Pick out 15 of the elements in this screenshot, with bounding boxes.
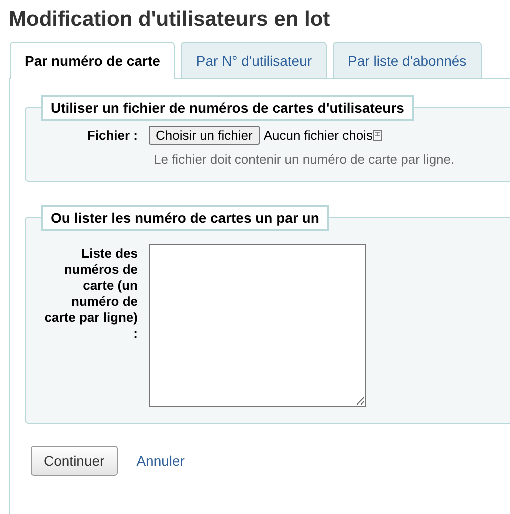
- hint-text: Le fichier doit contenir un numéro de carte par ligne.: [154, 152, 455, 167]
- cancel-link[interactable]: Annuler: [136, 453, 185, 469]
- file-status: Aucun fichier chois: [264, 128, 373, 143]
- tab[interactable]: Par N° d'utilisateur: [181, 42, 328, 78]
- page-title: Modification d'utilisateurs en lot: [9, 8, 332, 32]
- continue-button[interactable]: Continuer: [31, 446, 118, 476]
- placeholder-glyph-icon: [372, 130, 382, 141]
- field-label: Liste des numéros de carte (un numéro de carte par ligne) :: [44, 246, 139, 342]
- section-legend: Utiliser un fichier de numéros de cartes d'utilisateurs: [41, 95, 414, 121]
- card-numbers-textarea[interactable]: [149, 244, 366, 407]
- tab[interactable]: Par liste d'abonnés: [333, 42, 482, 78]
- section-legend: Ou lister les numéro de cartes un par un: [41, 205, 330, 231]
- field-label: Fichier :: [86, 128, 139, 143]
- tab[interactable]: Par numéro de carte: [10, 42, 176, 79]
- choose-file-button[interactable]: Choisir un fichier: [149, 126, 260, 145]
